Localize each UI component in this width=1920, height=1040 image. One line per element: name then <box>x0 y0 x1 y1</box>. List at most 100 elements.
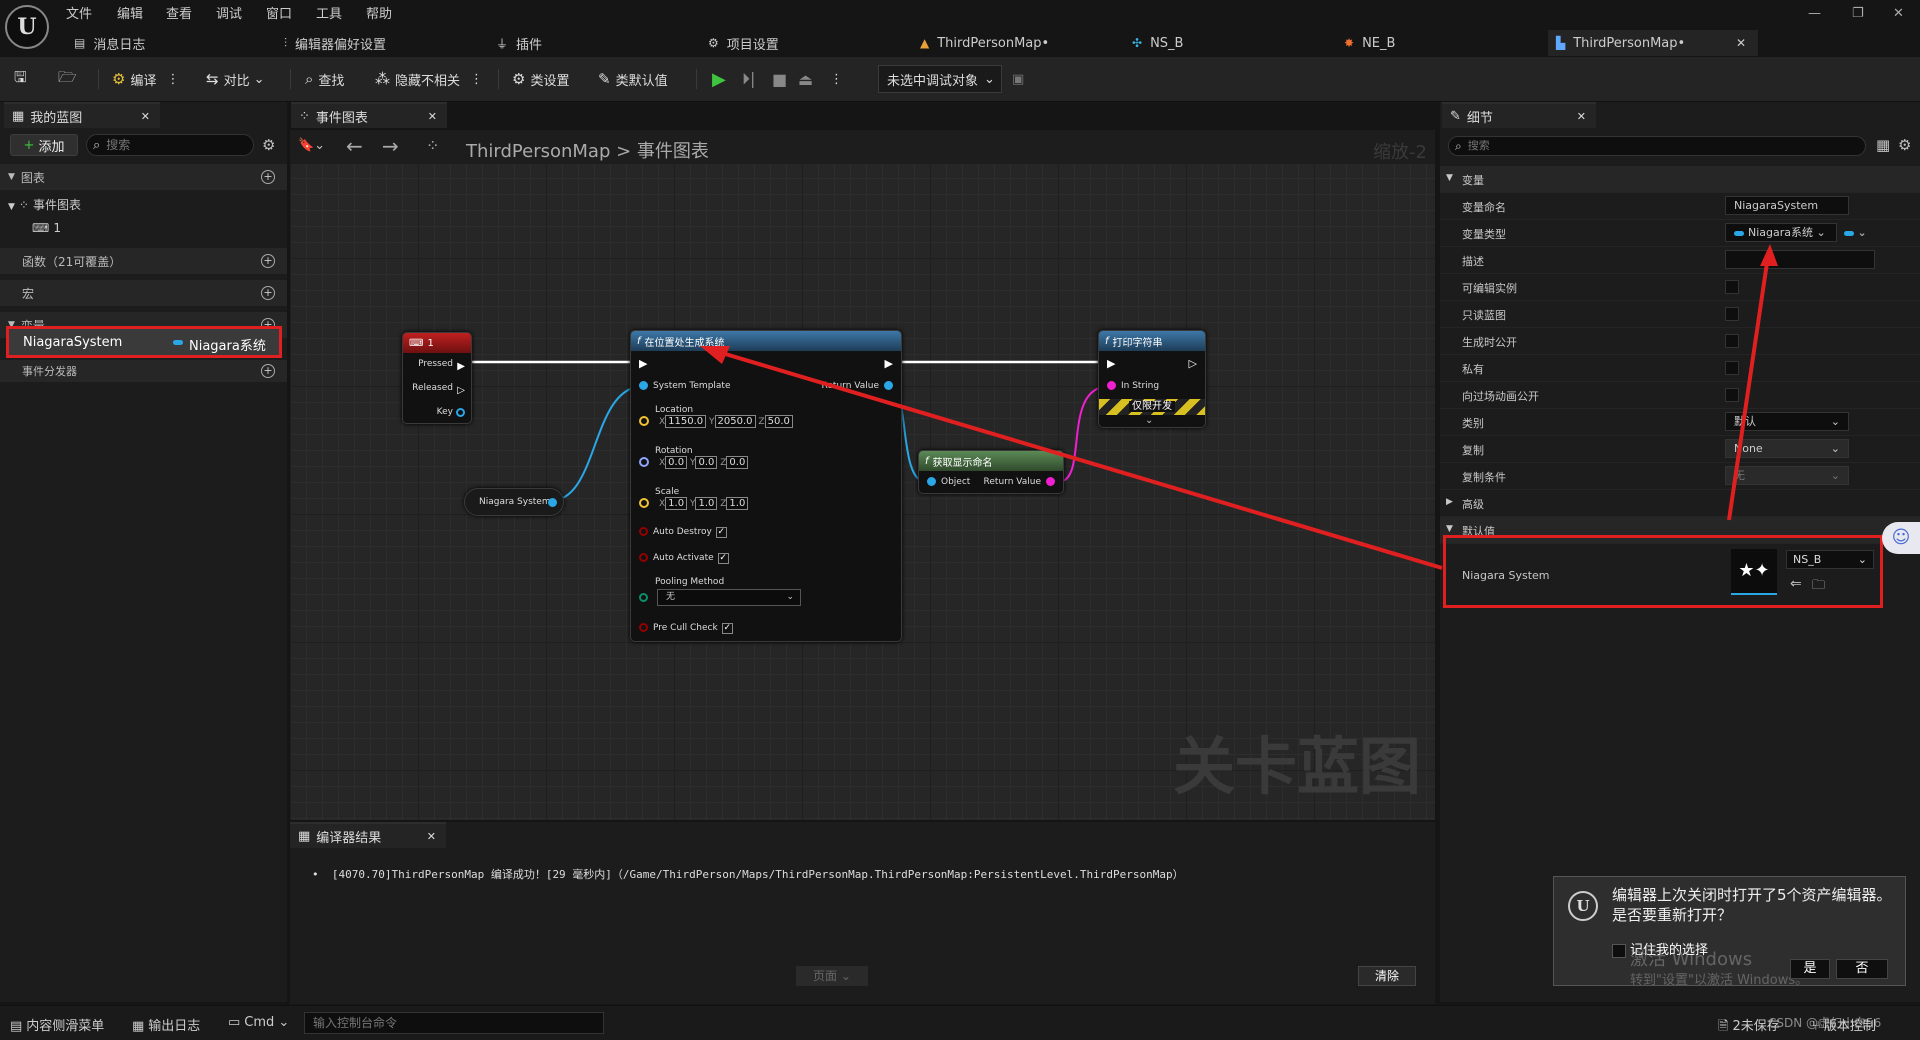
step-icon[interactable]: ⏵| <box>742 65 755 93</box>
expand-chevron-icon[interactable]: ⌄ <box>1145 415 1153 426</box>
section-variable-header[interactable]: ▼ 变量 <box>1440 166 1920 193</box>
scale-fields[interactable]: X 1.0 Y 1.0 Z 1.0 <box>659 497 749 510</box>
section-dispatchers[interactable]: 事件分发器 + <box>0 360 287 382</box>
read-only-checkbox[interactable] <box>1725 307 1739 321</box>
location-z-input[interactable]: 50.0 <box>764 415 793 428</box>
location-fields[interactable]: X 1150.0 Y 2050.0 Z 50.0 <box>659 415 793 428</box>
rotation-y-input[interactable]: 0.0 <box>695 456 718 469</box>
asset-picker-dropdown[interactable]: NS_B ⌄ <box>1786 550 1874 569</box>
restore-icon[interactable]: ❐ <box>1852 6 1864 21</box>
add-button[interactable]: + 添加 <box>10 134 78 156</box>
event-graph-child-item[interactable]: ⌨ 1 <box>32 221 61 235</box>
exec-in-pin-icon[interactable]: ▶ <box>639 357 647 370</box>
search-input[interactable] <box>106 138 227 152</box>
back-arrow-icon[interactable]: ← <box>346 134 363 158</box>
niagara-asset-thumbnail-icon[interactable]: ★✦ <box>1731 549 1777 595</box>
tab-editor-preferences[interactable]: ⫶ 编辑器偏好设置 <box>284 30 386 56</box>
exec-pin-icon[interactable]: ▷ <box>457 385 465 396</box>
settings-gear-icon[interactable]: ⚙ <box>262 136 275 154</box>
tab-details[interactable]: ✎ 细节 ✕ <box>1442 102 1596 128</box>
add-dispatcher-icon[interactable]: + <box>261 364 275 378</box>
event-graph-canvas[interactable]: ⌨ 1 Pressed ▶ Released ▷ Key Niagara Syst… <box>290 130 1435 820</box>
expose-on-spawn-checkbox[interactable] <box>1725 334 1739 348</box>
pin-return-value[interactable]: Return Value <box>984 477 1055 487</box>
object-pin-icon[interactable] <box>548 498 557 507</box>
node-get-display-name[interactable]: f 获取显示命名 Object Return Value <box>918 450 1064 494</box>
close-icon[interactable]: ✕ <box>141 110 150 123</box>
exec-in-pin-icon[interactable]: ▶ <box>1107 357 1115 370</box>
pin-system-template[interactable]: System Template <box>639 381 731 391</box>
more-options-icon[interactable]: ⋮ <box>470 72 483 87</box>
rotator-pin-icon[interactable] <box>639 457 649 467</box>
add-macro-icon[interactable]: + <box>261 286 275 300</box>
auto-destroy-checkbox[interactable]: ✓ <box>715 527 727 538</box>
section-macros[interactable]: 宏 + <box>0 280 287 306</box>
assistant-bubble-icon[interactable]: ☺ <box>1882 522 1920 554</box>
enum-pin-icon[interactable] <box>639 593 648 602</box>
settings-gear-icon[interactable]: ⚙ <box>1898 136 1911 154</box>
instance-editable-checkbox[interactable] <box>1725 280 1739 294</box>
vector-pin-icon[interactable] <box>639 498 649 508</box>
pin-auto-activate[interactable]: Auto Activate ✓ <box>639 553 729 564</box>
scale-y-input[interactable]: 1.0 <box>695 497 718 510</box>
close-icon[interactable]: ✕ <box>428 110 437 123</box>
variable-item-niagarasystem[interactable]: NiagaraSystem Niagara系统 <box>6 326 282 358</box>
menu-edit[interactable]: 编辑 <box>117 3 143 22</box>
menu-help[interactable]: 帮助 <box>366 3 392 22</box>
menu-tools[interactable]: 工具 <box>316 3 342 22</box>
replication-condition-dropdown[interactable]: 无 ⌄ <box>1725 466 1849 485</box>
exec-out-pin-icon[interactable]: ▶ <box>885 357 893 370</box>
menu-window[interactable]: 窗口 <box>266 3 292 22</box>
node-niagara-system-getter[interactable]: Niagara System <box>464 488 564 516</box>
compile-options-icon[interactable]: ⋮ <box>166 72 179 87</box>
auto-activate-checkbox[interactable]: ✓ <box>717 553 729 564</box>
menu-view[interactable]: 查看 <box>166 3 192 22</box>
private-checkbox[interactable] <box>1725 361 1739 375</box>
variable-type-dropdown[interactable]: Niagara系统 ⌄ <box>1725 223 1837 242</box>
bookmark-icon[interactable]: 🔖⌄ <box>298 138 325 153</box>
row-advanced[interactable]: ▶ 高级 <box>1440 490 1920 517</box>
cmd-dropdown[interactable]: ▭ Cmd ⌄ <box>228 1015 289 1030</box>
pin-key[interactable]: Key <box>437 407 453 417</box>
close-icon[interactable]: ✕ <box>1577 110 1586 123</box>
minimize-icon[interactable]: — <box>1808 6 1821 21</box>
location-y-input[interactable]: 2050.0 <box>714 415 756 428</box>
cinematics-checkbox[interactable] <box>1725 388 1739 402</box>
table-view-icon[interactable]: ▦ <box>1876 136 1890 154</box>
close-tab-icon[interactable]: ✕ <box>1736 36 1746 50</box>
unreal-logo-icon[interactable]: U <box>5 5 49 49</box>
menu-debug[interactable]: 调试 <box>216 3 242 22</box>
tab-ne-b[interactable]: ✸ NE_B <box>1344 30 1395 56</box>
output-log-button[interactable]: ▦ 输出日志 <box>132 1015 200 1034</box>
node-spawn-system-at-location[interactable]: f 在位置处生成系统 ▶ ▶ System Template Return Val… <box>630 330 902 642</box>
menu-file[interactable]: 文件 <box>66 3 92 22</box>
search-box[interactable]: ⌕ <box>86 134 254 156</box>
tab-event-graph[interactable]: ⁘ 事件图表 ✕ <box>291 102 447 128</box>
pin-return-value[interactable]: Return Value <box>822 381 893 391</box>
class-settings-button[interactable]: ⚙ 类设置 <box>512 65 569 93</box>
exec-out-pin-icon[interactable]: ▷ <box>1189 357 1197 370</box>
pin-auto-destroy[interactable]: Auto Destroy ✓ <box>639 527 727 538</box>
rotation-z-input[interactable]: 0.0 <box>726 456 749 469</box>
eject-icon[interactable]: ⏏ <box>798 65 813 93</box>
pin-pre-cull-check[interactable]: Pre Cull Check ✓ <box>639 623 733 634</box>
console-command-input[interactable] <box>304 1012 604 1034</box>
node-key-1[interactable]: ⌨ 1 Pressed ▶ Released ▷ Key <box>402 332 472 424</box>
forward-arrow-icon[interactable]: → <box>382 134 399 158</box>
vector-pin-icon[interactable] <box>639 416 649 426</box>
browse-icon[interactable]: 🗁 <box>58 65 82 93</box>
location-x-input[interactable]: 1150.0 <box>665 415 707 428</box>
description-input[interactable] <box>1725 250 1875 269</box>
pre-cull-checkbox[interactable]: ✓ <box>721 623 733 634</box>
clear-button[interactable]: 清除 <box>1358 966 1416 986</box>
no-button[interactable]: 否 <box>1836 959 1888 979</box>
use-selected-asset-icon[interactable]: ⇐ <box>1790 576 1802 592</box>
class-defaults-button[interactable]: ✎ 类默认值 <box>598 65 668 93</box>
browse-asset-icon[interactable]: 🗀 <box>1812 576 1825 598</box>
save-icon[interactable]: 🖫 <box>14 65 32 93</box>
tab-thirdpersonmap-level[interactable]: ▲ ThirdPersonMap• <box>920 30 1049 56</box>
tab-my-blueprint[interactable]: ▦ 我的蓝图 ✕ <box>4 102 160 128</box>
section-graphs[interactable]: ▼ 图表 + <box>0 164 287 190</box>
play-options-icon[interactable]: ⋮ <box>830 65 843 93</box>
breadcrumb-root[interactable]: ThirdPersonMap <box>466 141 610 162</box>
